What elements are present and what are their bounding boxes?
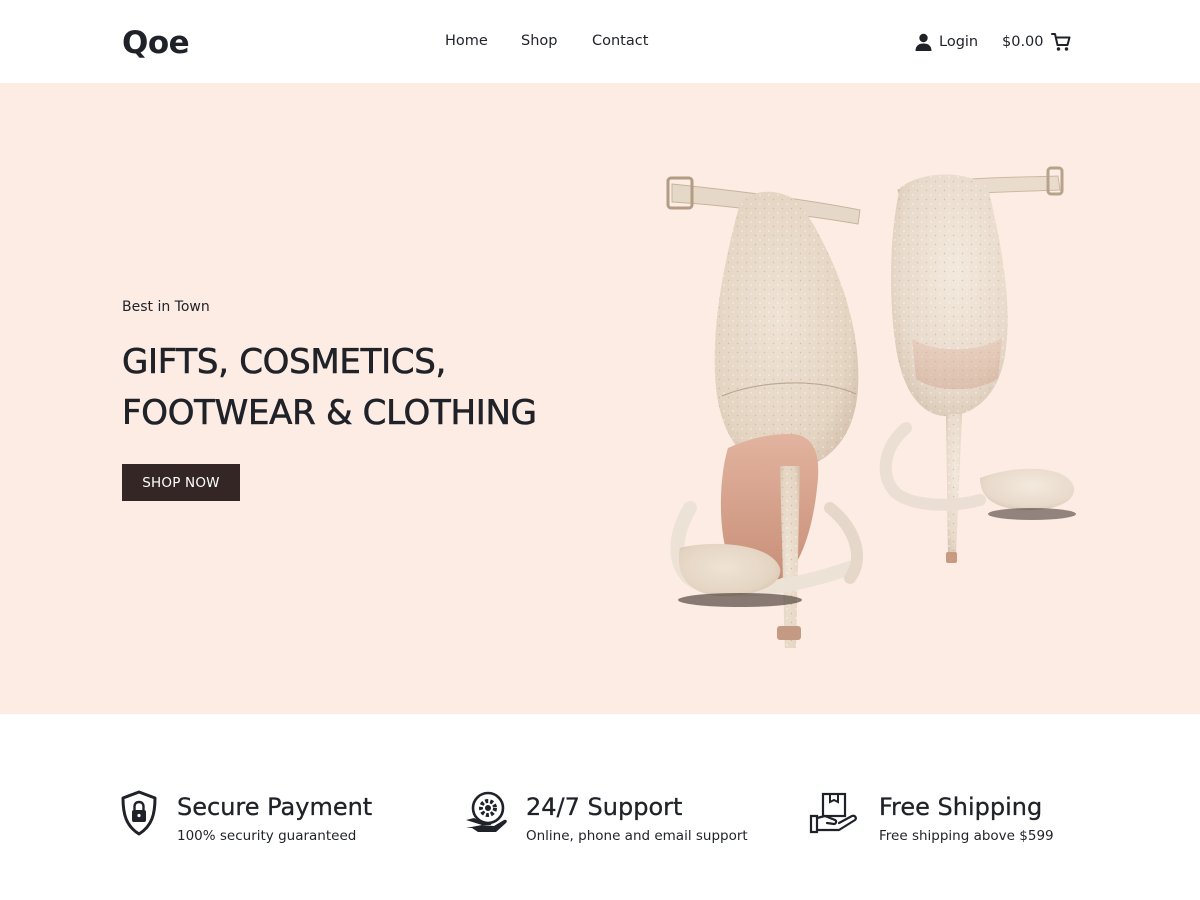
site-header: Qoe Home Shop Contact Login $0.00 (0, 0, 1200, 83)
hero-banner: Best in Town GIFTS, COSMETICS, FOOTWEAR … (0, 83, 1200, 714)
features-strip: Secure Payment 100% security guaranteed … (0, 714, 1200, 900)
cart-total: $0.00 (1002, 34, 1044, 50)
hero-tagline: Best in Town (122, 299, 210, 315)
shop-now-button[interactable]: SHOP NOW (122, 464, 240, 501)
high-heel-sandals-image (666, 166, 1076, 648)
cart-button[interactable]: $0.00 (1002, 32, 1071, 52)
shield-lock-icon (121, 790, 157, 836)
feature-subtitle: 100% security guaranteed (177, 828, 357, 844)
feature-title: 24/7 Support (526, 793, 683, 821)
hand-box-icon (809, 792, 857, 834)
cart-icon (1050, 33, 1071, 51)
feature-title: Secure Payment (177, 793, 373, 821)
hero-headline-line-2: FOOTWEAR & CLOTHING (122, 393, 538, 434)
nav-link-contact[interactable]: Contact (592, 32, 648, 50)
nav-link-shop[interactable]: Shop (521, 32, 557, 50)
login-button[interactable]: Login (915, 32, 978, 52)
user-icon (915, 33, 932, 51)
feature-title: Free Shipping (879, 793, 1043, 821)
feature-subtitle: Online, phone and email support (526, 828, 748, 844)
hero-headline-line-1: GIFTS, COSMETICS, (122, 342, 447, 383)
feature-subtitle: Free shipping above $599 (879, 828, 1054, 844)
support-gear-hand-icon (466, 791, 507, 832)
login-label: Login (939, 34, 979, 50)
hero-headline: GIFTS, COSMETICS, FOOTWEAR & CLOTHING (122, 337, 538, 439)
nav-link-home[interactable]: Home (445, 32, 488, 50)
